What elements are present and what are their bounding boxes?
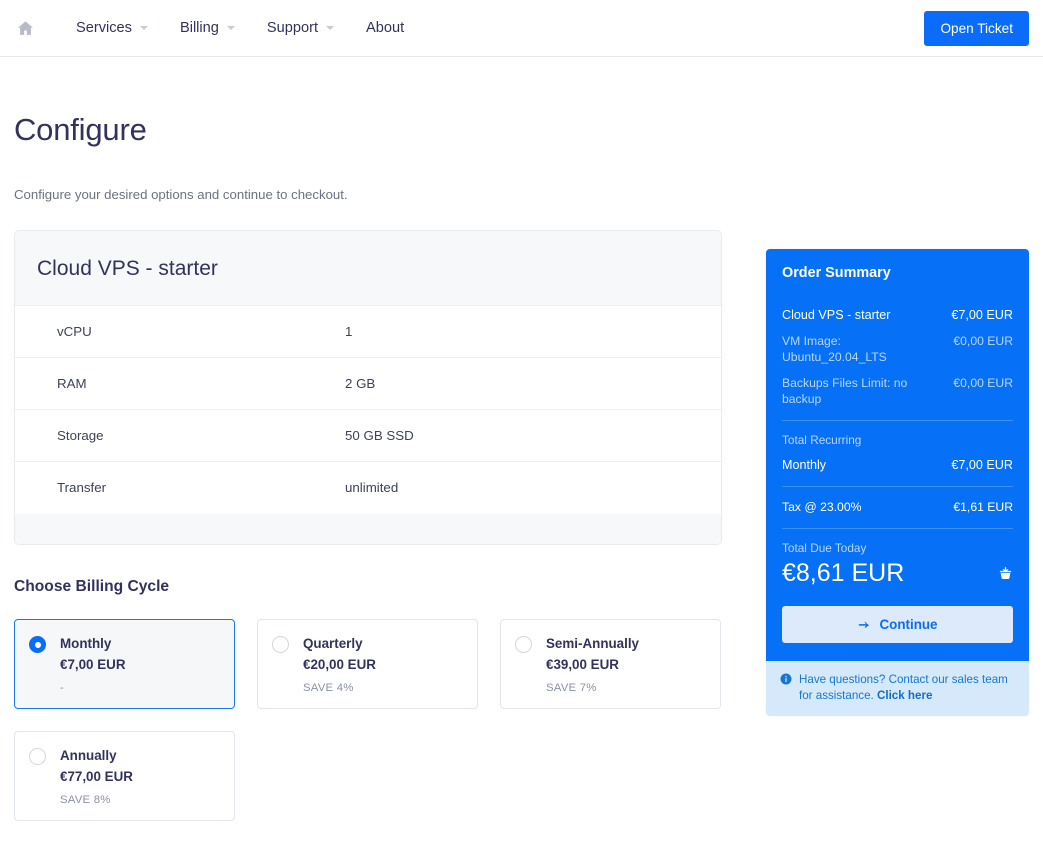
summary-line-item: Cloud VPS - starter €7,00 EUR bbox=[782, 307, 1013, 323]
page-description: Configure your desired options and conti… bbox=[14, 187, 348, 202]
summary-recurring-row: Monthly €7,00 EUR bbox=[782, 457, 1013, 473]
summary-line-item: Backups Files Limit: no backup €0,00 EUR bbox=[782, 375, 1013, 407]
chevron-down-icon bbox=[226, 26, 235, 30]
summary-divider bbox=[782, 486, 1013, 487]
home-button[interactable] bbox=[8, 11, 42, 45]
cycle-save-badge: SAVE 8% bbox=[60, 794, 111, 806]
nav-item-support[interactable]: Support bbox=[251, 13, 350, 43]
billing-cycle-option-semi-annually[interactable]: Semi-Annually €39,00 EUR SAVE 7% bbox=[500, 619, 721, 709]
page-content: Configure Configure your desired options… bbox=[0, 57, 1043, 843]
spec-value: 2 GB bbox=[345, 376, 376, 391]
open-ticket-button[interactable]: Open Ticket bbox=[924, 10, 1029, 46]
nav-label-about: About bbox=[366, 20, 405, 36]
nav-item-services[interactable]: Services bbox=[60, 13, 164, 43]
spec-name: vCPU bbox=[57, 324, 92, 339]
order-summary-panel: Order Summary Cloud VPS - starter €7,00 … bbox=[766, 249, 1029, 716]
summary-tax-row: Tax @ 23.00% €1,61 EUR bbox=[782, 499, 1013, 515]
continue-button-label: Continue bbox=[879, 617, 938, 632]
tax-label: Tax @ 23.00% bbox=[782, 500, 862, 514]
table-row: Storage 50 GB SSD bbox=[15, 409, 721, 462]
info-icon bbox=[780, 673, 792, 685]
tax-amount: €1,61 EUR bbox=[953, 500, 1013, 514]
chevron-down-icon bbox=[326, 26, 335, 30]
billing-cycle-option-monthly[interactable]: Monthly €7,00 EUR - bbox=[14, 619, 235, 709]
radio-monthly[interactable] bbox=[29, 636, 46, 653]
spec-value: unlimited bbox=[345, 480, 399, 496]
total-due-label: Total Due Today bbox=[782, 541, 867, 555]
nav-label-support: Support bbox=[266, 20, 319, 36]
nav-item-billing[interactable]: Billing bbox=[164, 13, 251, 43]
home-icon bbox=[16, 19, 35, 38]
total-due-amount: €8,61 EUR bbox=[782, 559, 905, 587]
summary-item-amount: €7,00 EUR bbox=[951, 308, 1013, 322]
table-row: RAM 2 GB bbox=[15, 357, 721, 410]
summary-item-amount: €0,00 EUR bbox=[953, 376, 1013, 390]
summary-divider bbox=[782, 420, 1013, 421]
continue-button[interactable]: Continue bbox=[782, 606, 1013, 643]
product-summary-card: Cloud VPS - starter vCPU 1 RAM 2 GB Stor… bbox=[14, 230, 722, 545]
spec-name: RAM bbox=[57, 376, 87, 391]
radio-quarterly[interactable] bbox=[272, 636, 289, 653]
summary-line-item: VM Image: Ubuntu_20.04_LTS €0,00 EUR bbox=[782, 333, 1013, 365]
product-spec-table: vCPU 1 RAM 2 GB Storage 50 GB SSD Transf… bbox=[15, 305, 721, 514]
cycle-label: Semi-Annually bbox=[546, 636, 640, 651]
cycle-price: €77,00 EUR bbox=[60, 769, 133, 784]
cycle-price: €7,00 EUR bbox=[60, 657, 126, 672]
order-summary-title: Order Summary bbox=[782, 265, 891, 281]
arrow-right-icon bbox=[857, 618, 871, 632]
cycle-save-badge: SAVE 7% bbox=[546, 682, 597, 694]
cycle-price: €20,00 EUR bbox=[303, 657, 376, 672]
total-recurring-caption: Total Recurring bbox=[782, 433, 862, 447]
nav-item-about[interactable]: About bbox=[350, 13, 420, 43]
billing-cycle-option-annually[interactable]: Annually €77,00 EUR SAVE 8% bbox=[14, 731, 235, 821]
shopping-basket-icon bbox=[998, 566, 1013, 581]
cycle-label: Quarterly bbox=[303, 636, 363, 651]
recurring-label: Monthly bbox=[782, 458, 827, 472]
summary-item-amount: €0,00 EUR bbox=[953, 334, 1013, 348]
spec-value: 50 GB SSD bbox=[345, 428, 414, 443]
summary-item-label: Cloud VPS - starter bbox=[782, 308, 891, 322]
summary-item-label: VM Image: Ubuntu_20.04_LTS bbox=[782, 334, 887, 364]
order-summary-body: Order Summary Cloud VPS - starter €7,00 … bbox=[766, 249, 1029, 661]
spec-name: Transfer bbox=[57, 480, 107, 496]
summary-item-label: Backups Files Limit: no backup bbox=[782, 376, 908, 406]
product-title: Cloud VPS - starter bbox=[37, 257, 218, 280]
cycle-save-badge: - bbox=[60, 682, 64, 694]
top-navigation-bar: Services Billing Support About Open Tick… bbox=[0, 0, 1043, 57]
table-row: Transfer unlimited bbox=[15, 461, 721, 514]
recurring-amount: €7,00 EUR bbox=[951, 458, 1013, 472]
radio-semi-annually[interactable] bbox=[515, 636, 532, 653]
sales-contact-text: Have questions? Contact our sales team f… bbox=[799, 672, 1015, 704]
cycle-save-badge: SAVE 4% bbox=[303, 682, 354, 694]
main-nav: Services Billing Support About bbox=[60, 13, 420, 43]
cycle-price: €39,00 EUR bbox=[546, 657, 619, 672]
total-due-row: €8,61 EUR bbox=[782, 559, 1013, 588]
chevron-down-icon bbox=[139, 26, 148, 30]
cycle-label: Monthly bbox=[60, 636, 112, 651]
billing-cycle-options: Monthly €7,00 EUR - Quarterly €20,00 EUR… bbox=[14, 619, 723, 821]
billing-cycle-option-quarterly[interactable]: Quarterly €20,00 EUR SAVE 4% bbox=[257, 619, 478, 709]
cycle-label: Annually bbox=[60, 748, 117, 763]
spec-name: Storage bbox=[57, 428, 104, 443]
page-title: Configure bbox=[14, 112, 147, 147]
card-footer-spacer bbox=[15, 513, 721, 544]
sales-contact-note: Have questions? Contact our sales team f… bbox=[766, 661, 1029, 716]
nav-label-billing: Billing bbox=[179, 20, 219, 36]
spec-value: 1 bbox=[345, 324, 353, 339]
table-row: vCPU 1 bbox=[15, 305, 721, 358]
radio-annually[interactable] bbox=[29, 748, 46, 765]
nav-label-services: Services bbox=[76, 20, 132, 36]
billing-cycle-heading: Choose Billing Cycle bbox=[14, 578, 170, 595]
sales-contact-link[interactable]: Click here bbox=[877, 689, 932, 702]
summary-divider bbox=[782, 528, 1013, 529]
